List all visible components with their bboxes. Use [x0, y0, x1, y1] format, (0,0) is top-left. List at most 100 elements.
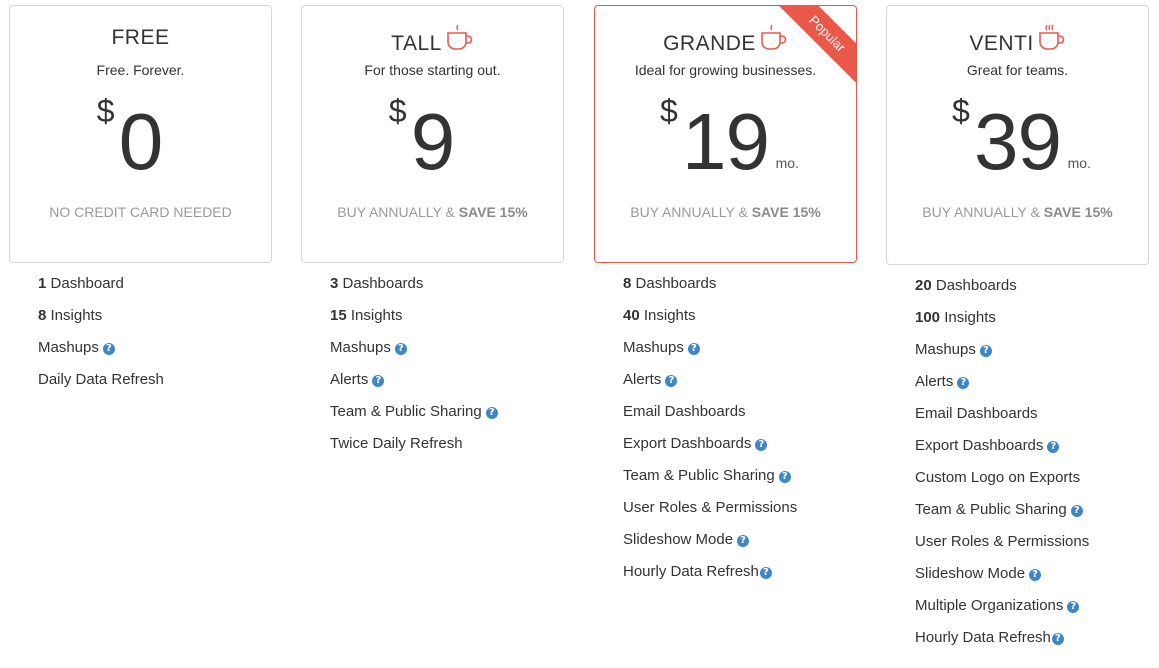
plan-card[interactable]: FREE Free. Forever. $0 NO CREDIT CARD NEEDE… — [9, 5, 272, 263]
coffee-cup-icon — [444, 24, 474, 62]
feature-label: Team & Public Sharing — [330, 403, 482, 420]
feature-item: Custom Logo on Exports — [915, 465, 1089, 497]
feature-label: Mashups — [330, 339, 391, 356]
help-icon[interactable]: ? — [737, 535, 750, 547]
feature-item: Mashups? — [38, 335, 164, 367]
feature-item: Alerts? — [915, 369, 1089, 401]
feature-label: Dashboards — [935, 277, 1017, 294]
feature-item: Alerts? — [330, 367, 498, 399]
help-icon[interactable]: ? — [102, 343, 115, 355]
help-icon[interactable]: ? — [957, 377, 970, 389]
feature-label: Alerts — [623, 371, 662, 388]
feature-label: Insights — [643, 307, 696, 324]
help-icon[interactable]: ? — [755, 439, 768, 451]
feature-count: 8 — [38, 307, 47, 324]
help-icon[interactable]: ? — [778, 471, 791, 483]
plan-tagline: Great for teams. — [966, 62, 1069, 78]
currency-symbol: $ — [96, 93, 115, 129]
plan-card[interactable]: GRANDE Ideal for growing businesses. $19 mo… — [594, 5, 857, 263]
feature-label: Email Dashboards — [915, 405, 1038, 422]
feature-label: Insights — [50, 307, 103, 324]
feature-count: 3 — [330, 275, 339, 292]
steaming-cup-icon — [1036, 24, 1066, 62]
plan-grande: GRANDE Ideal for growing businesses. $19 mo… — [594, 5, 857, 580]
feature-item: Email Dashboards — [915, 401, 1089, 433]
feature-label: Daily Data Refresh — [38, 371, 164, 388]
feature-list: 8 Dashboards 40 Insights Mashups? Alerts? Em… — [623, 271, 797, 591]
help-icon[interactable]: ? — [759, 567, 772, 579]
popular-ribbon: Popular — [776, 6, 856, 86]
plan-card[interactable]: TALL For those starting out. $9 BUY ANNUALL… — [301, 5, 564, 263]
feature-item: Twice Daily Refresh — [330, 431, 498, 463]
feature-item: Export Dashboards? — [915, 433, 1089, 465]
billing-note: NO CREDIT CARD NEEDED — [10, 204, 271, 220]
plan-free: FREE Free. Forever. $0 NO CREDIT CARD NEEDE… — [9, 5, 272, 388]
feature-item: 1 Dashboard — [38, 271, 164, 303]
feature-label: Export Dashboards — [915, 437, 1044, 454]
feature-count: 1 — [38, 275, 47, 292]
feature-label: Mashups — [623, 339, 684, 356]
help-icon[interactable]: ? — [1070, 505, 1083, 517]
feature-item: Hourly Data Refresh? — [915, 625, 1089, 657]
price: $0 — [10, 92, 271, 192]
feature-item: 40 Insights — [623, 303, 797, 335]
help-icon[interactable]: ? — [979, 345, 992, 357]
feature-item: Alerts? — [623, 367, 797, 399]
plan-venti: VENTI Great for teams. $39 mo. BUY ANNUALLY … — [886, 5, 1149, 646]
help-icon[interactable]: ? — [372, 375, 385, 387]
feature-item: 8 Insights — [38, 303, 164, 335]
help-icon[interactable]: ? — [1067, 601, 1080, 613]
feature-item: Hourly Data Refresh? — [623, 559, 797, 591]
feature-label: Mashups — [915, 341, 976, 358]
feature-item: Email Dashboards — [623, 399, 797, 431]
help-icon[interactable]: ? — [394, 343, 407, 355]
help-icon[interactable]: ? — [1047, 441, 1060, 453]
feature-item: Mashups? — [915, 337, 1089, 369]
help-icon[interactable]: ? — [687, 343, 700, 355]
feature-label: Insights — [350, 307, 403, 324]
price-amount: 39 — [974, 97, 1062, 186]
feature-label: Dashboard — [50, 275, 124, 292]
feature-item: User Roles & Permissions — [915, 529, 1089, 561]
feature-label: Hourly Data Refresh — [915, 629, 1051, 646]
feature-label: Dashboards — [635, 275, 717, 292]
price-period: mo. — [1067, 155, 1091, 171]
billing-note: BUY ANNUALLY & SAVE 15% — [302, 204, 563, 220]
feature-label: Team & Public Sharing — [915, 501, 1067, 518]
feature-label: User Roles & Permissions — [915, 533, 1090, 550]
feature-list: 20 Dashboards 100 Insights Mashups? Alerts?… — [915, 273, 1089, 657]
billing-note-text: NO CREDIT CARD NEEDED — [49, 204, 232, 220]
feature-item: Slideshow Mode? — [623, 527, 797, 559]
feature-count: 40 — [623, 307, 640, 324]
feature-label: Twice Daily Refresh — [330, 435, 463, 452]
feature-label: Email Dashboards — [623, 403, 746, 420]
price: $19 mo. — [595, 92, 856, 192]
help-icon[interactable]: ? — [485, 407, 498, 419]
price-period: mo. — [775, 155, 799, 171]
feature-count: 20 — [915, 277, 932, 294]
help-icon[interactable]: ? — [665, 375, 678, 387]
savings-text: SAVE 15% — [751, 204, 821, 220]
currency-symbol: $ — [952, 93, 970, 129]
feature-list: 1 Dashboard 8 Insights Mashups? Daily Data … — [38, 271, 164, 399]
feature-item: Team & Public Sharing? — [330, 399, 498, 431]
currency-symbol: $ — [660, 93, 678, 129]
feature-item: 20 Dashboards — [915, 273, 1089, 305]
feature-label: Mashups — [38, 339, 99, 356]
feature-item: Mashups? — [330, 335, 498, 367]
feature-label: Team & Public Sharing — [623, 467, 775, 484]
savings-text: SAVE 15% — [1043, 204, 1113, 220]
feature-item: Team & Public Sharing? — [915, 497, 1089, 529]
plan-name: VENTI — [969, 32, 1034, 55]
plan-card[interactable]: VENTI Great for teams. $39 mo. BUY ANNUALLY … — [886, 5, 1149, 265]
feature-label: Slideshow Mode — [623, 531, 734, 548]
plan-tagline: Free. Forever. — [96, 62, 185, 78]
feature-item: 15 Insights — [330, 303, 498, 335]
feature-label: Alerts — [330, 371, 369, 388]
help-icon[interactable]: ? — [1051, 633, 1064, 645]
savings-text: SAVE 15% — [458, 204, 528, 220]
help-icon[interactable]: ? — [1029, 569, 1042, 581]
feature-item: Team & Public Sharing? — [623, 463, 797, 495]
plan-tall: TALL For those starting out. $9 BUY ANNUALL… — [301, 5, 564, 452]
feature-item: Multiple Organizations? — [915, 593, 1089, 625]
